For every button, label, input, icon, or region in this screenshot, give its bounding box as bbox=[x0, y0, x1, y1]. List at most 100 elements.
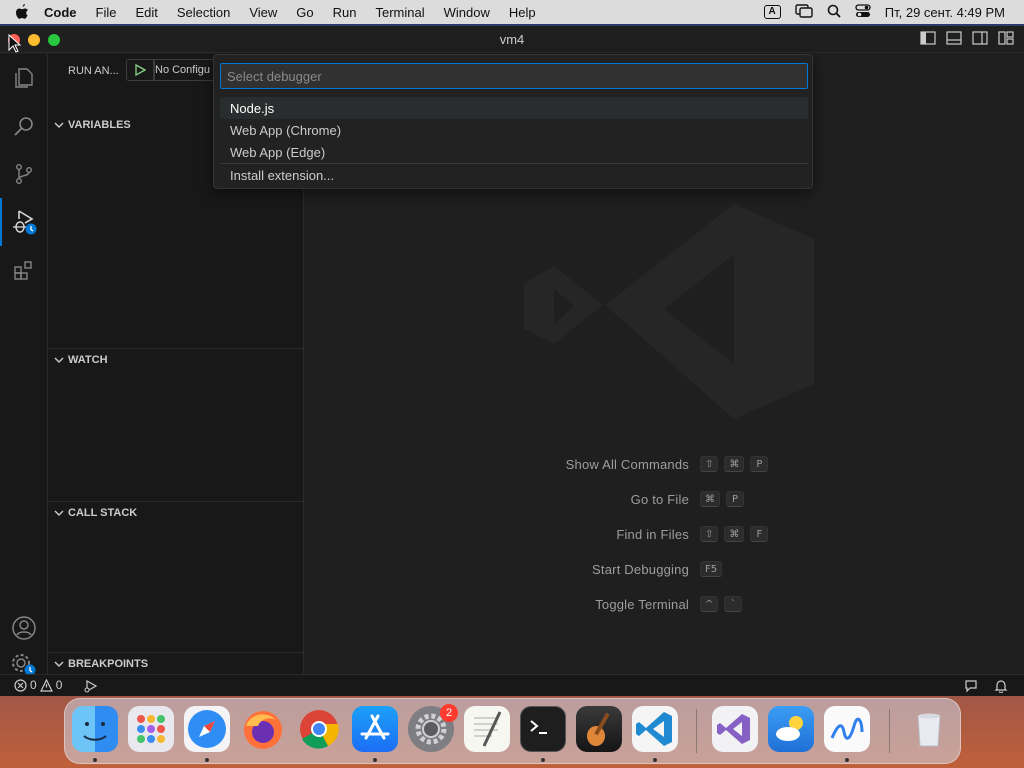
activity-bar bbox=[0, 54, 48, 676]
run-and-debug-icon[interactable] bbox=[0, 198, 48, 246]
select-debugger-quickpick: Node.js Web App (Chrome) Web App (Edge) … bbox=[213, 54, 813, 189]
window-title: vm4 bbox=[499, 32, 525, 47]
shortcut-label: Start Debugging bbox=[592, 561, 689, 577]
menu-window[interactable]: Window bbox=[444, 5, 490, 20]
chrome-icon[interactable] bbox=[296, 706, 342, 752]
chevron-down-icon bbox=[54, 122, 64, 128]
error-icon bbox=[14, 678, 27, 692]
key-shift: ⇧ bbox=[700, 526, 719, 542]
dock-running-indicator bbox=[541, 758, 545, 762]
input-source-indicator[interactable]: A bbox=[763, 5, 781, 19]
vscode-watermark-logo bbox=[524, 194, 814, 429]
menu-file[interactable]: File bbox=[96, 5, 117, 20]
quickpick-item-nodejs[interactable]: Node.js bbox=[220, 97, 808, 119]
debug-launch-icon[interactable] bbox=[84, 679, 98, 696]
menu-terminal[interactable]: Terminal bbox=[376, 5, 425, 20]
chevron-down-icon bbox=[54, 357, 64, 363]
customize-layout-icon[interactable] bbox=[998, 31, 1014, 45]
search-icon[interactable] bbox=[0, 102, 48, 150]
settings-notification-badge: 2 bbox=[440, 704, 458, 722]
firefox-icon[interactable] bbox=[240, 706, 286, 752]
extensions-icon[interactable] bbox=[0, 246, 48, 294]
dock-running-indicator bbox=[205, 758, 209, 762]
launchpad-icon[interactable] bbox=[128, 706, 174, 752]
terminal-icon[interactable] bbox=[520, 706, 566, 752]
error-count: 0 bbox=[30, 678, 37, 692]
app-store-icon[interactable] bbox=[352, 706, 398, 752]
toggle-primary-sidebar-icon[interactable] bbox=[920, 31, 936, 45]
key-shift: ⇧ bbox=[700, 456, 719, 472]
menu-view[interactable]: View bbox=[249, 5, 277, 20]
screen-mirroring-icon[interactable] bbox=[795, 3, 813, 21]
visual-studio-icon[interactable] bbox=[712, 706, 758, 752]
garageband-icon[interactable] bbox=[576, 706, 622, 752]
vscode-dock-icon[interactable] bbox=[632, 706, 678, 752]
key-p: P bbox=[726, 491, 744, 507]
chevron-down-icon bbox=[54, 510, 64, 516]
key-ctrl: ^ bbox=[700, 596, 719, 612]
shortcut-label: Find in Files bbox=[616, 526, 689, 542]
accounts-icon[interactable] bbox=[0, 604, 48, 652]
key-cmd: ⌘ bbox=[700, 491, 720, 507]
menu-go[interactable]: Go bbox=[296, 5, 313, 20]
menu-edit[interactable]: Edit bbox=[135, 5, 157, 20]
quickpick-item-chrome[interactable]: Web App (Chrome) bbox=[220, 119, 808, 141]
apple-menu-icon[interactable] bbox=[0, 3, 44, 21]
breakpoints-section-header[interactable]: BREAKPOINTS bbox=[48, 652, 303, 674]
status-bar: 0 0 bbox=[0, 674, 1024, 696]
mouse-cursor-icon bbox=[8, 33, 22, 59]
spotlight-search-icon[interactable] bbox=[827, 4, 841, 21]
toggle-secondary-sidebar-icon[interactable] bbox=[972, 31, 988, 45]
key-cmd: ⌘ bbox=[724, 456, 745, 472]
shortcut-row[interactable]: Start Debugging F5 bbox=[304, 559, 1024, 579]
system-settings-icon[interactable]: 2 bbox=[408, 704, 458, 752]
textedit-icon[interactable] bbox=[464, 706, 510, 752]
feedback-icon[interactable] bbox=[964, 679, 978, 696]
quickpick-item-edge[interactable]: Web App (Edge) bbox=[220, 141, 808, 163]
sidebar-title: RUN AN... bbox=[68, 65, 119, 77]
weather-icon[interactable] bbox=[768, 706, 814, 752]
dock-separator bbox=[889, 709, 890, 753]
start-debugging-button[interactable] bbox=[126, 59, 154, 81]
trash-icon[interactable] bbox=[906, 706, 952, 752]
warning-count: 0 bbox=[55, 678, 63, 692]
macos-menubar: Code File Edit Selection View Go Run Ter… bbox=[0, 0, 1024, 24]
dock-running-indicator bbox=[93, 758, 97, 762]
watch-label: WATCH bbox=[68, 353, 108, 366]
dock-running-indicator bbox=[653, 758, 657, 762]
key-p: P bbox=[750, 456, 769, 472]
freeform-icon[interactable] bbox=[824, 706, 870, 752]
shortcut-label: Show All Commands bbox=[565, 456, 689, 472]
menu-selection[interactable]: Selection bbox=[177, 5, 230, 20]
safari-icon[interactable] bbox=[184, 706, 230, 752]
variables-label: VARIABLES bbox=[68, 119, 131, 131]
shortcut-row[interactable]: Find in Files ⇧ ⌘ F bbox=[304, 524, 1024, 544]
menu-help[interactable]: Help bbox=[509, 5, 536, 20]
shortcut-row[interactable]: Show All Commands ⇧ ⌘ P bbox=[304, 454, 1024, 474]
dock-separator bbox=[696, 709, 697, 753]
menu-run[interactable]: Run bbox=[333, 5, 357, 20]
control-center-icon[interactable] bbox=[855, 3, 871, 21]
call-stack-section-header[interactable]: CALL STACK bbox=[48, 501, 303, 523]
select-debugger-input[interactable] bbox=[220, 63, 808, 89]
debug-config-label: No Configu bbox=[155, 64, 211, 76]
finder-icon[interactable] bbox=[72, 706, 118, 752]
shortcut-row[interactable]: Toggle Terminal ^ ` bbox=[304, 594, 1024, 614]
notifications-bell-icon[interactable] bbox=[994, 679, 1008, 696]
toggle-panel-icon[interactable] bbox=[946, 31, 962, 45]
problems-status[interactable]: 0 0 bbox=[14, 678, 62, 692]
shortcut-row[interactable]: Go to File ⌘ P bbox=[304, 489, 1024, 509]
dock-running-indicator bbox=[845, 758, 849, 762]
key-backtick: ` bbox=[724, 596, 743, 612]
menubar-datetime[interactable]: Пт, 29 сент. 4:49 PM bbox=[885, 5, 1005, 20]
explorer-icon[interactable] bbox=[0, 54, 48, 102]
source-control-icon[interactable] bbox=[0, 150, 48, 198]
menu-app-name[interactable]: Code bbox=[44, 5, 77, 20]
key-cmd: ⌘ bbox=[724, 526, 745, 542]
macos-dock: 2 bbox=[64, 698, 961, 764]
breakpoints-label: BREAKPOINTS bbox=[68, 657, 149, 670]
vscode-window: vm4 RUN AN... No Configu VARIABLES WATCH… bbox=[0, 26, 1024, 696]
watch-section-header[interactable]: WATCH bbox=[48, 348, 303, 370]
quickpick-item-install-extension[interactable]: Install extension... bbox=[220, 164, 808, 186]
titlebar: vm4 bbox=[0, 26, 1024, 53]
